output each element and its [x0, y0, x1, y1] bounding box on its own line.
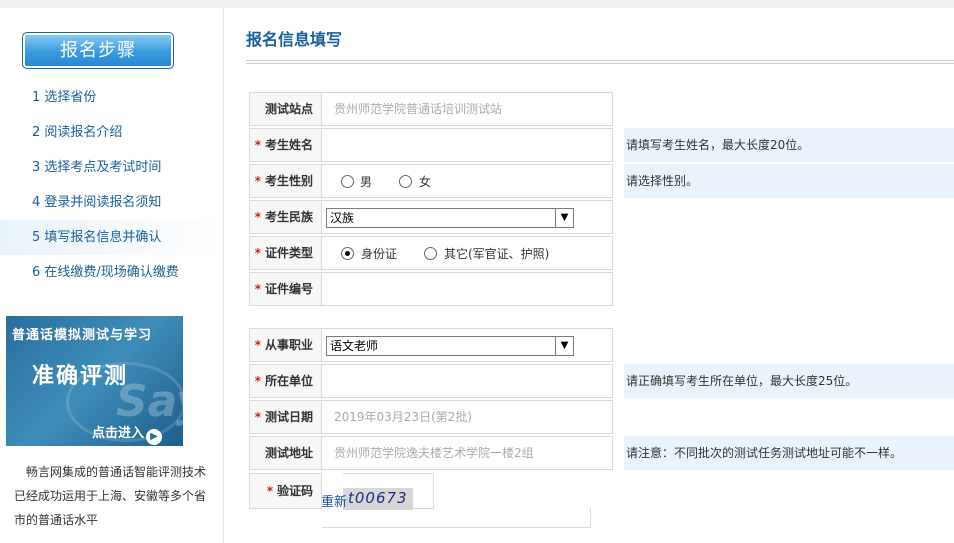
captcha-input[interactable]	[322, 508, 591, 528]
name-input[interactable]	[322, 128, 613, 162]
id-number-input[interactable]	[322, 272, 613, 306]
workplace-hint: 请正确填写考生所在单位，最大长度25位。	[624, 364, 954, 398]
test-address-label: 测试地址	[249, 436, 322, 470]
workplace-label: * 所在单位	[249, 364, 322, 398]
steps-list: 1 选择省份 2 阅读报名介绍 3 选择考点及考试时间 4 登录并阅读报名须知 …	[0, 80, 223, 290]
title-divider-2	[246, 63, 954, 64]
id-type-other-label: 其它(军官证、护照)	[444, 247, 550, 261]
occupation-label: * 从事职业	[249, 328, 322, 362]
id-type-idcard-radio[interactable]	[341, 247, 354, 260]
step-item-5[interactable]: 5 填写报名信息并确认	[0, 220, 223, 255]
banner-enter-button[interactable]: 点击进入 ▶	[92, 422, 163, 445]
test-date-value: 2019年03月23日(第2批)	[334, 410, 473, 424]
test-date-field: 2019年03月23日(第2批)	[322, 400, 613, 434]
steps-header: 报名步骤	[22, 32, 174, 69]
gender-female-radio[interactable]	[399, 175, 412, 188]
site-value: 贵州师范学院普通话培训测试站	[334, 102, 503, 116]
gender-field: 男 女	[322, 164, 613, 198]
occupation-select[interactable]: 语文老师 ▼	[326, 336, 574, 356]
site-field: 贵州师范学院普通话培训测试站	[322, 92, 613, 126]
test-address-field: 贵州师范学院逸夫楼艺术学院一楼2组	[322, 436, 613, 470]
step-item-3[interactable]: 3 选择考点及考试时间	[0, 150, 223, 185]
captcha-code: t00673	[348, 489, 408, 507]
occupation-value: 语文老师	[330, 339, 379, 353]
id-number-label: * 证件编号	[249, 272, 322, 306]
id-type-field: 身份证 其它(军官证、护照)	[322, 236, 613, 270]
practice-banner[interactable]: Say 普通话模拟测试与学习 准确评测 点击进入▶	[6, 316, 183, 446]
step-item-6[interactable]: 6 在线缴费/现场确认缴费	[0, 255, 223, 290]
title-divider	[246, 60, 954, 61]
site-label: 测试站点	[249, 92, 322, 126]
name-label: * 考生姓名	[249, 128, 322, 162]
banner-top-text: 普通话模拟测试与学习	[12, 328, 153, 343]
top-bar	[0, 0, 954, 8]
banner-enter-label: 点击进入	[92, 426, 145, 441]
ethnicity-label: * 考生民族	[249, 200, 322, 234]
name-hint: 请填写考生姓名，最大长度20位。	[624, 128, 954, 162]
test-date-label: * 测试日期	[249, 400, 322, 434]
chevron-down-icon[interactable]: ▼	[555, 337, 573, 355]
gender-male-label: 男	[360, 175, 373, 189]
id-type-other-radio[interactable]	[424, 247, 437, 260]
chevron-down-icon[interactable]: ▼	[555, 209, 573, 227]
occupation-field: 语文老师 ▼	[322, 328, 613, 362]
promo-text: 畅言网集成的普通话智能评测技术已经成功运用于上海、安徽等多个省市的普通话水平	[14, 465, 207, 527]
page-title: 报名信息填写	[246, 30, 343, 49]
id-type-label: * 证件类型	[249, 236, 322, 270]
gender-female-label: 女	[419, 175, 432, 189]
test-address-hint: 请注意：不同批次的测试任务测试地址可能不一样。	[624, 436, 954, 470]
id-type-idcard-label: 身份证	[361, 247, 398, 261]
gender-male-radio[interactable]	[341, 175, 354, 188]
workplace-input[interactable]	[322, 364, 613, 398]
gender-label: * 考生性别	[249, 164, 322, 198]
step-item-1[interactable]: 1 选择省份	[0, 80, 223, 115]
test-address-value: 贵州师范学院逸夫楼艺术学院一楼2组	[334, 446, 534, 460]
ethnicity-select[interactable]: 汉族 ▼	[326, 208, 574, 228]
banner-main-text: 准确评测	[32, 364, 129, 389]
gender-hint: 请选择性别。	[624, 164, 954, 198]
ethnicity-field: 汉族 ▼	[322, 200, 613, 234]
captcha-label: * 验证码	[249, 473, 322, 509]
ethnicity-value: 汉族	[330, 211, 355, 225]
play-arrow-icon: ▶	[146, 429, 163, 445]
step-item-4[interactable]: 4 登录并阅读报名须知	[0, 185, 223, 220]
step-item-2[interactable]: 2 阅读报名介绍	[0, 115, 223, 150]
